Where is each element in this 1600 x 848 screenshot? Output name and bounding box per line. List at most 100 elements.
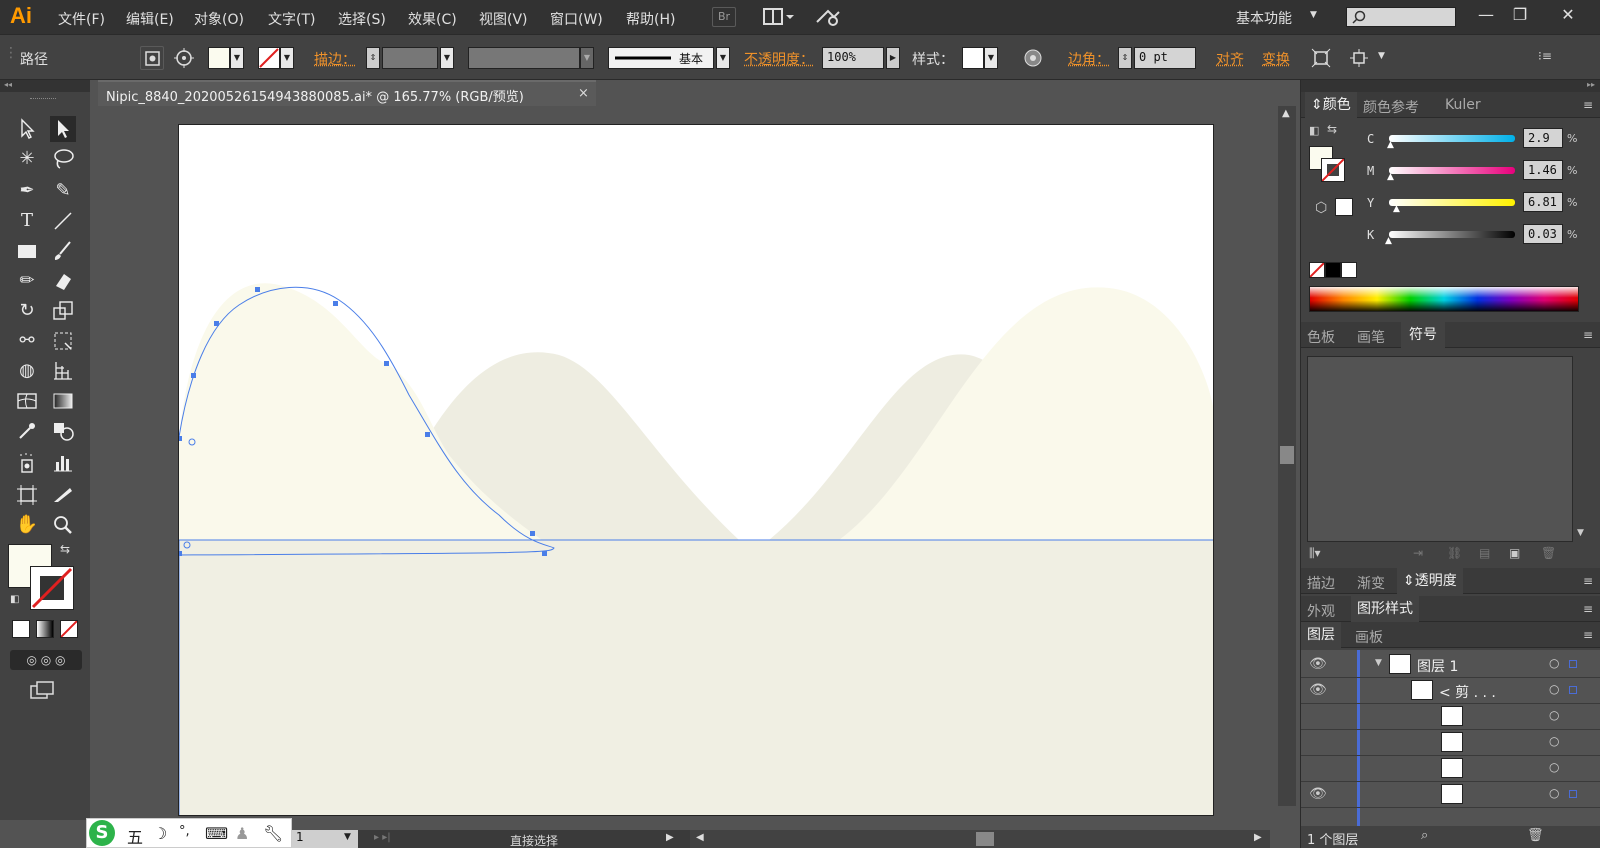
drawing-modes-icon[interactable]: ◎ ◎ ◎: [10, 650, 82, 670]
symbols-list[interactable]: [1307, 356, 1573, 542]
tab-color[interactable]: ⇕颜色: [1305, 92, 1357, 118]
tab-transparency[interactable]: ⇕透明度: [1397, 568, 1463, 594]
shape-builder-tool-icon[interactable]: ◍: [14, 358, 40, 384]
help-search-input[interactable]: [1346, 7, 1456, 27]
symbol-libraries-icon[interactable]: ⫼▾: [1309, 546, 1321, 561]
tab-gradient[interactable]: 渐变: [1357, 573, 1385, 593]
stroke-weight-dropdown[interactable]: ▼: [440, 47, 454, 69]
symbol-sprayer-tool-icon[interactable]: [14, 450, 40, 476]
locate-object-icon[interactable]: ⌕: [1421, 828, 1428, 843]
target-icon[interactable]: ○: [1549, 786, 1559, 800]
brush-definition[interactable]: 基本: [608, 47, 714, 69]
white-swatch[interactable]: [1341, 262, 1357, 278]
isolate-group-icon[interactable]: [140, 46, 164, 70]
target-icon[interactable]: ○: [1549, 734, 1559, 748]
target-icon[interactable]: ○: [1549, 656, 1559, 670]
panel-menu-icon[interactable]: ≡: [1583, 574, 1593, 588]
bridge-button[interactable]: Br: [712, 7, 736, 27]
scroll-left-icon[interactable]: ◀: [696, 832, 704, 843]
menu-window[interactable]: 窗口(W): [550, 9, 603, 29]
channel-k-slider[interactable]: [1389, 231, 1515, 238]
symbols-scrollbar[interactable]: ▼: [1575, 356, 1589, 542]
layer-row[interactable]: ○: [1301, 704, 1600, 730]
panel-menu-icon[interactable]: ⁝≡: [1538, 49, 1552, 63]
place-symbol-icon[interactable]: ⇥: [1413, 546, 1423, 560]
ime-mode[interactable]: 五: [127, 824, 143, 848]
swap-fill-stroke-icon[interactable]: ⇆: [60, 542, 70, 556]
vertical-scrollbar[interactable]: ▲: [1278, 106, 1296, 806]
layer-row[interactable]: ○: [1301, 730, 1600, 756]
recolor-icon[interactable]: [172, 46, 196, 70]
tab-artboards[interactable]: 画板: [1355, 627, 1383, 647]
zoom-tool-icon[interactable]: [50, 512, 76, 538]
rectangle-tool-icon[interactable]: [14, 238, 40, 264]
scroll-right-icon[interactable]: ▶: [1254, 832, 1262, 843]
symbol-options-icon[interactable]: ▤: [1479, 546, 1490, 560]
channel-m-field[interactable]: 1.46: [1523, 160, 1563, 180]
horizontal-scroll-thumb[interactable]: [976, 832, 994, 846]
eraser-tool-icon[interactable]: [50, 268, 76, 294]
direct-selection-tool-icon[interactable]: [50, 116, 76, 142]
black-swatch[interactable]: [1325, 262, 1341, 278]
channel-c-slider[interactable]: [1389, 135, 1515, 142]
channel-k-field[interactable]: 0.03: [1523, 224, 1563, 244]
menu-help[interactable]: 帮助(H): [626, 9, 675, 29]
mesh-tool-icon[interactable]: [14, 388, 40, 414]
gradient-mode-icon[interactable]: [36, 620, 54, 638]
scroll-down-icon[interactable]: ▼: [1577, 528, 1584, 538]
user-icon[interactable]: ♟: [235, 824, 249, 843]
wrench-icon[interactable]: 🔧︎: [263, 824, 283, 843]
channel-c-thumb[interactable]: ▲: [1387, 140, 1394, 150]
corner-field[interactable]: 0 pt: [1134, 47, 1196, 69]
chevron-down-icon[interactable]: ▼: [344, 832, 351, 842]
default-fill-stroke-icon[interactable]: ◧: [10, 594, 19, 605]
color-spectrum[interactable]: [1309, 286, 1579, 312]
tab-graphic-styles[interactable]: 图形样式: [1351, 596, 1419, 622]
arrange-documents-icon[interactable]: [762, 7, 796, 27]
stroke-dropdown[interactable]: ▼: [280, 47, 294, 69]
tab-stroke[interactable]: 描边: [1307, 573, 1335, 593]
stroke-swatch[interactable]: [258, 47, 280, 69]
corner-label[interactable]: 边角：: [1068, 49, 1110, 69]
free-transform-tool-icon[interactable]: [50, 328, 76, 354]
gradient-tool-icon[interactable]: [50, 388, 76, 414]
width-tool-icon[interactable]: ⚯: [14, 328, 40, 354]
close-icon[interactable]: ✕: [1554, 4, 1582, 26]
eye-icon[interactable]: 👁︎: [1309, 682, 1327, 698]
target-icon[interactable]: ○: [1549, 760, 1559, 774]
fill-dropdown[interactable]: ▼: [230, 47, 244, 69]
channel-m-slider[interactable]: [1389, 167, 1515, 174]
column-graph-tool-icon[interactable]: [50, 450, 76, 476]
opacity-arrow[interactable]: ▶: [886, 47, 900, 69]
delete-symbol-icon[interactable]: 🗑︎: [1541, 546, 1556, 560]
curvature-tool-icon[interactable]: ✎: [50, 178, 76, 204]
tab-swatches[interactable]: 色板: [1307, 327, 1335, 347]
stroke-weight-stepper[interactable]: ⇕: [366, 47, 380, 69]
pencil-tool-icon[interactable]: ✏: [14, 268, 40, 294]
layer-name[interactable]: 图层 1: [1417, 656, 1458, 676]
out-of-gamut-icon[interactable]: ⬡: [1315, 200, 1327, 216]
recolor-artwork-icon[interactable]: [1022, 47, 1044, 69]
scroll-up-icon[interactable]: ▲: [1282, 108, 1290, 119]
artboard-nav-icons[interactable]: ▸ ▸|: [374, 832, 391, 843]
tab-kuler[interactable]: Kuler: [1445, 97, 1481, 113]
menu-type[interactable]: 文字(T): [268, 9, 315, 29]
dock-collapse-icon[interactable]: ▸▸: [1301, 80, 1600, 92]
eye-icon[interactable]: 👁︎: [1309, 656, 1327, 672]
default-colors-icon[interactable]: ◧: [1309, 124, 1319, 137]
artboard-tool-icon[interactable]: [14, 482, 40, 508]
restore-icon[interactable]: ❐: [1506, 4, 1534, 26]
tab-brushes[interactable]: 画笔: [1357, 327, 1385, 347]
stroke-color-box[interactable]: [30, 566, 74, 610]
layers-list[interactable]: 👁︎ ▼ 图层 1 ○ 👁︎ < 剪 . . . ○ ○ ○ ○ 👁︎ ○: [1301, 650, 1600, 826]
artboard[interactable]: [178, 124, 1214, 816]
magic-wand-tool-icon[interactable]: ✳: [14, 146, 40, 172]
layer-row[interactable]: 👁︎ < 剪 . . . ○: [1301, 678, 1600, 704]
layer-row[interactable]: ○: [1301, 756, 1600, 782]
graphic-style-swatch[interactable]: [962, 47, 984, 69]
tab-symbols[interactable]: 符号: [1401, 322, 1445, 348]
close-tab-icon[interactable]: ×: [578, 86, 589, 101]
menu-effect[interactable]: 效果(C): [408, 9, 457, 29]
panel-menu-icon[interactable]: ≡: [1583, 98, 1593, 112]
bounding-box-icon[interactable]: [1310, 47, 1332, 69]
